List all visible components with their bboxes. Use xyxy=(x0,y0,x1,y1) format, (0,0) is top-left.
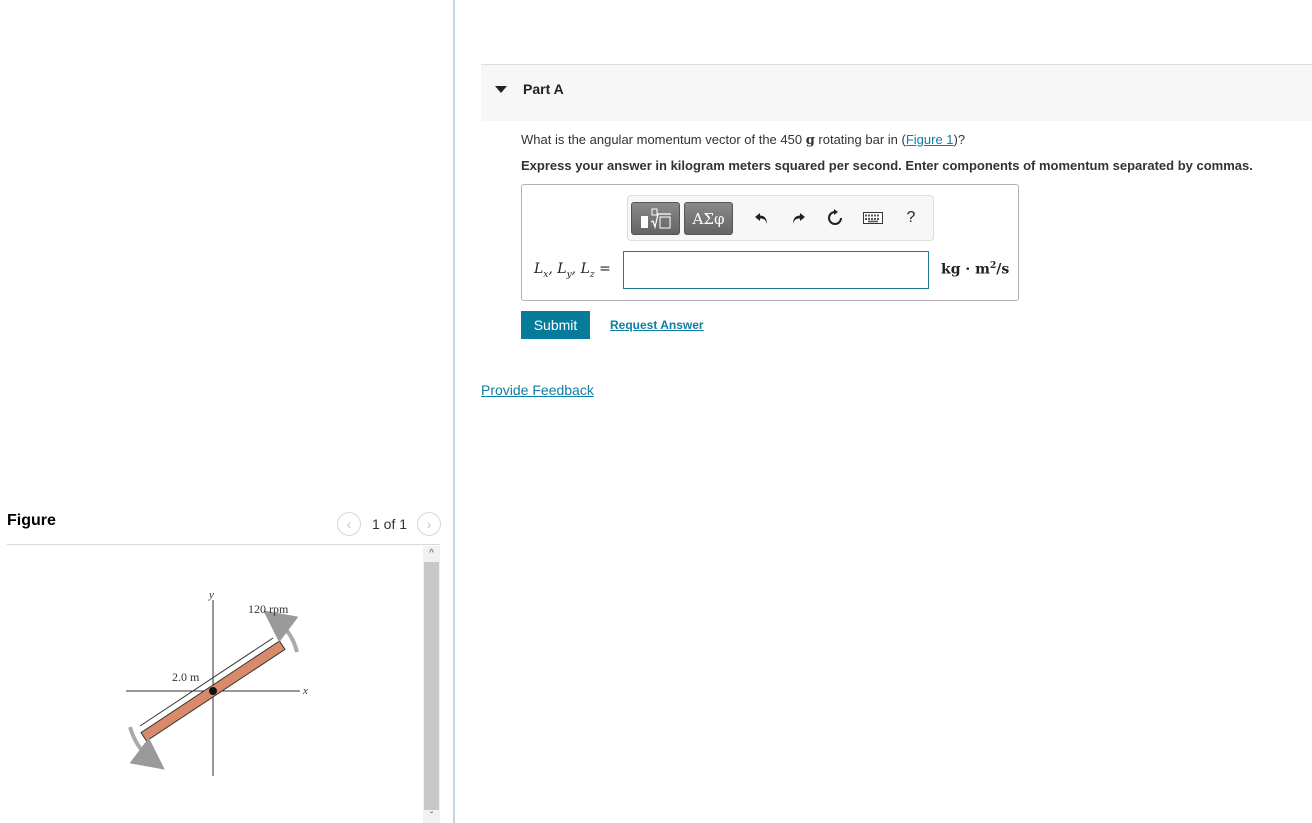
units-tail: /s xyxy=(996,261,1010,278)
instruction-text: Express your answer in kilogram meters s… xyxy=(521,158,1253,173)
submit-button[interactable]: Submit xyxy=(521,311,590,339)
pivot-point xyxy=(209,687,217,695)
answer-units: kg · m2/s xyxy=(941,261,1009,278)
scroll-thumb[interactable] xyxy=(424,562,439,810)
math-toolbar: ΑΣφ ? xyxy=(627,195,934,241)
panel-divider xyxy=(453,0,455,823)
chevron-left-icon[interactable]: ‹ xyxy=(337,512,361,536)
answer-label-L: L xyxy=(580,261,590,277)
provide-feedback-link[interactable]: Provide Feedback xyxy=(481,382,594,398)
answer-label: Lx, Ly, Lz = xyxy=(534,261,611,280)
templates-sqrt-icon[interactable] xyxy=(631,202,680,235)
redo-icon[interactable] xyxy=(787,207,809,229)
answer-input[interactable] xyxy=(623,251,929,289)
length-label: 2.0 m xyxy=(172,670,200,684)
figure-diagram: y x 2.0 m 120 rpm xyxy=(126,589,308,776)
figure-divider xyxy=(7,544,440,545)
y-axis-label: y xyxy=(208,589,214,601)
units-base: kg · m xyxy=(941,261,990,278)
question-text: What is the angular momentum vector of t… xyxy=(521,132,965,148)
answer-box: ΑΣφ ? Lx, Ly, Lz = kg · m2/s xyxy=(521,184,1019,301)
figure-link[interactable]: Figure 1 xyxy=(906,132,954,147)
x-axis-label: x xyxy=(302,685,308,697)
part-title: Part A xyxy=(523,81,564,97)
length-dimension-line xyxy=(139,637,274,727)
answer-sep: , xyxy=(548,261,558,277)
keyboard-icon[interactable] xyxy=(862,207,884,229)
question-part: rotating bar in ( xyxy=(814,132,906,147)
speed-label: 120 rpm xyxy=(248,602,289,616)
chevron-right-icon[interactable]: › xyxy=(417,512,442,536)
part-a-header[interactable]: Part A xyxy=(481,64,1312,121)
answer-label-L: L xyxy=(534,261,544,277)
greek-symbols-button[interactable]: ΑΣφ xyxy=(684,202,733,235)
scroll-up-icon[interactable]: ^ xyxy=(423,546,440,562)
question-part: What is the angular momentum vector of t… xyxy=(521,132,806,147)
reset-icon[interactable] xyxy=(824,207,846,229)
answer-sep: , xyxy=(571,261,581,277)
help-icon[interactable]: ? xyxy=(900,207,922,229)
figure-scrollbar[interactable]: ^ ˇ xyxy=(423,546,440,823)
figure-title: Figure xyxy=(7,512,56,529)
undo-icon[interactable] xyxy=(751,207,773,229)
caret-down-icon[interactable] xyxy=(495,86,507,93)
request-answer-link[interactable]: Request Answer xyxy=(610,318,704,332)
answer-equals: = xyxy=(594,261,611,277)
question-unit: g xyxy=(805,133,815,148)
figure-pager: ‹ 1 of 1 › xyxy=(337,512,442,536)
answer-label-L: L xyxy=(557,261,567,277)
figure-page-count: 1 of 1 xyxy=(372,516,408,532)
question-part: )? xyxy=(953,132,966,147)
scroll-down-icon[interactable]: ˇ xyxy=(423,810,440,823)
